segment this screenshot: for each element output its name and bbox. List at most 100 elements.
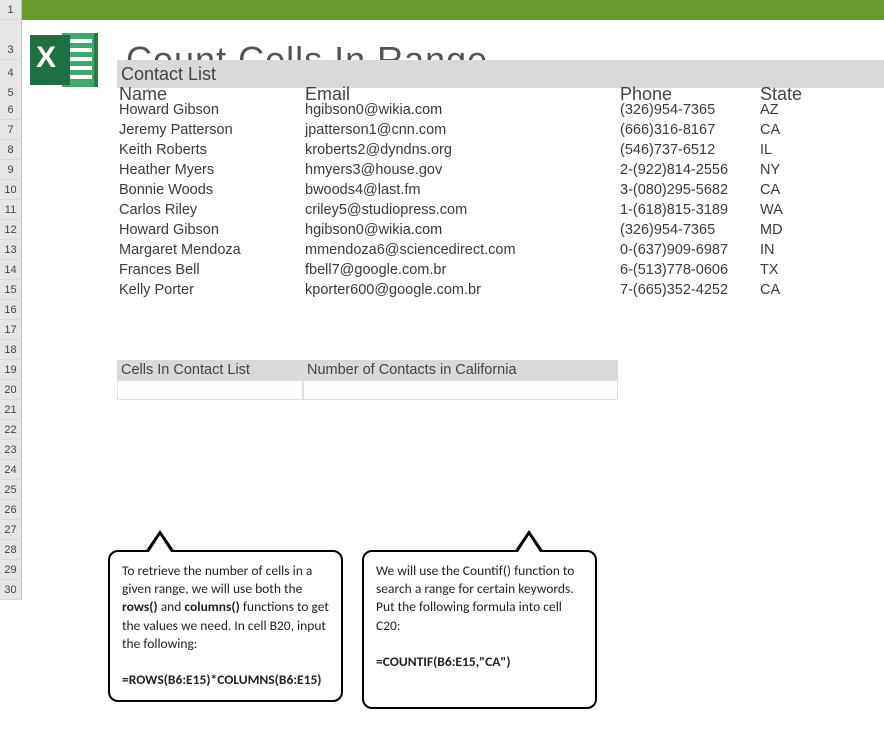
row-header[interactable]: 27 [0, 520, 22, 540]
cell-blank[interactable] [22, 100, 117, 120]
contact-email[interactable]: hgibson0@wikia.com [303, 220, 618, 240]
cell-blank[interactable] [22, 160, 117, 180]
contact-phone[interactable]: (326)954-7365 [618, 220, 758, 240]
row-header[interactable]: 20 [0, 380, 22, 400]
cell-blank[interactable] [22, 480, 884, 500]
contact-email[interactable]: criley5@studiopress.com [303, 200, 618, 220]
row-header[interactable]: 6 [0, 100, 22, 120]
cell-blank[interactable] [22, 380, 117, 400]
row-header[interactable]: 26 [0, 500, 22, 520]
row-header[interactable]: 22 [0, 420, 22, 440]
callout-rows-columns: To retrieve the number of cells in a giv… [108, 550, 343, 702]
cell-blank[interactable] [22, 500, 884, 520]
contact-email[interactable]: jpatterson1@cnn.com [303, 120, 618, 140]
callout-text: We will use the Countif() function to se… [376, 562, 574, 634]
contact-state[interactable]: AZ [758, 100, 884, 120]
row-header[interactable]: 29 [0, 560, 22, 580]
contact-state[interactable]: IN [758, 240, 884, 260]
cell-blank[interactable] [22, 200, 117, 220]
row-header[interactable]: 30 [0, 580, 22, 600]
row-header[interactable]: 7 [0, 120, 22, 140]
contact-email[interactable]: mmendoza6@sciencedirect.com [303, 240, 618, 260]
cell-blank[interactable] [22, 420, 884, 440]
cell-blank[interactable] [22, 300, 884, 320]
contact-state[interactable]: NY [758, 160, 884, 180]
callout-countif: We will use the Countif() function to se… [362, 550, 597, 709]
row-header[interactable]: 28 [0, 540, 22, 560]
row-header[interactable]: 17 [0, 320, 22, 340]
cell-blank[interactable] [22, 320, 884, 340]
contact-name[interactable]: Margaret Mendoza [117, 240, 303, 260]
contact-phone[interactable]: 1-(618)815-3189 [618, 200, 758, 220]
cell-blank[interactable] [22, 360, 117, 380]
contact-email[interactable]: hmyers3@house.gov [303, 160, 618, 180]
contact-email[interactable]: kporter600@google.com.br [303, 280, 618, 300]
row-header[interactable]: 8 [0, 140, 22, 160]
row-header[interactable]: 13 [0, 240, 22, 260]
cell-blank[interactable] [22, 140, 117, 160]
row-header[interactable]: 12 [0, 220, 22, 240]
cell-blank[interactable] [22, 220, 117, 240]
contact-phone[interactable]: (546)737-6512 [618, 140, 758, 160]
contact-name[interactable]: Keith Roberts [117, 140, 303, 160]
contact-email[interactable]: hgibson0@wikia.com [303, 100, 618, 120]
cell-blank[interactable] [22, 400, 884, 420]
cell-blank[interactable] [22, 120, 117, 140]
contact-state[interactable]: CA [758, 120, 884, 140]
spreadsheet-grid: 1 2 X Count Cells In Range 3 4 Contact L… [0, 0, 884, 600]
contact-state[interactable]: TX [758, 260, 884, 280]
green-banner [22, 0, 884, 20]
contact-name[interactable]: Howard Gibson [117, 100, 303, 120]
cell-blank[interactable] [618, 360, 884, 380]
row-header[interactable]: 19 [0, 360, 22, 380]
cell-blank[interactable] [22, 280, 117, 300]
contact-email[interactable]: kroberts2@dyndns.org [303, 140, 618, 160]
cell-blank[interactable] [22, 180, 117, 200]
row-header[interactable]: 16 [0, 300, 22, 320]
contact-phone[interactable]: 2-(922)814-2556 [618, 160, 758, 180]
cell-blank[interactable] [22, 460, 884, 480]
contact-state[interactable]: CA [758, 180, 884, 200]
contact-phone[interactable]: 3-(080)295-5682 [618, 180, 758, 200]
cell-blank[interactable] [22, 40, 884, 60]
contact-email[interactable]: fbell7@google.com.br [303, 260, 618, 280]
label-contacts-in-ca: Number of Contacts in California [303, 360, 618, 380]
contact-name[interactable]: Howard Gibson [117, 220, 303, 240]
callout-formula: =COUNTIF(B6:E15,"CA") [376, 653, 511, 670]
row-header[interactable]: 9 [0, 160, 22, 180]
row-header[interactable]: 10 [0, 180, 22, 200]
row-header[interactable]: 23 [0, 440, 22, 460]
cell-b20[interactable] [117, 380, 303, 400]
cell-c20[interactable] [303, 380, 618, 400]
row-header[interactable]: 18 [0, 340, 22, 360]
row-header[interactable]: 14 [0, 260, 22, 280]
contact-phone[interactable]: 0-(637)909-6987 [618, 240, 758, 260]
cell-blank[interactable] [22, 240, 117, 260]
cell-blank[interactable] [22, 260, 117, 280]
contact-phone[interactable]: (666)316-8167 [618, 120, 758, 140]
cell-blank[interactable] [22, 340, 884, 360]
cell-blank[interactable] [22, 440, 884, 460]
row-header[interactable]: 3 [0, 40, 22, 60]
contact-name[interactable]: Frances Bell [117, 260, 303, 280]
contact-name[interactable]: Carlos Riley [117, 200, 303, 220]
row-header[interactable]: 24 [0, 460, 22, 480]
cell-blank[interactable] [618, 380, 884, 400]
contact-state[interactable]: IL [758, 140, 884, 160]
contact-state[interactable]: CA [758, 280, 884, 300]
contact-email[interactable]: bwoods4@last.fm [303, 180, 618, 200]
row-header[interactable]: 1 [0, 0, 22, 20]
contact-name[interactable]: Heather Myers [117, 160, 303, 180]
contact-phone[interactable]: 7-(665)352-4252 [618, 280, 758, 300]
contact-name[interactable]: Jeremy Patterson [117, 120, 303, 140]
row-header[interactable]: 15 [0, 280, 22, 300]
row-header[interactable]: 21 [0, 400, 22, 420]
contact-phone[interactable]: (326)954-7365 [618, 100, 758, 120]
row-header[interactable]: 11 [0, 200, 22, 220]
contact-state[interactable]: WA [758, 200, 884, 220]
contact-phone[interactable]: 6-(513)778-0606 [618, 260, 758, 280]
contact-name[interactable]: Kelly Porter [117, 280, 303, 300]
contact-name[interactable]: Bonnie Woods [117, 180, 303, 200]
row-header[interactable]: 25 [0, 480, 22, 500]
contact-state[interactable]: MD [758, 220, 884, 240]
